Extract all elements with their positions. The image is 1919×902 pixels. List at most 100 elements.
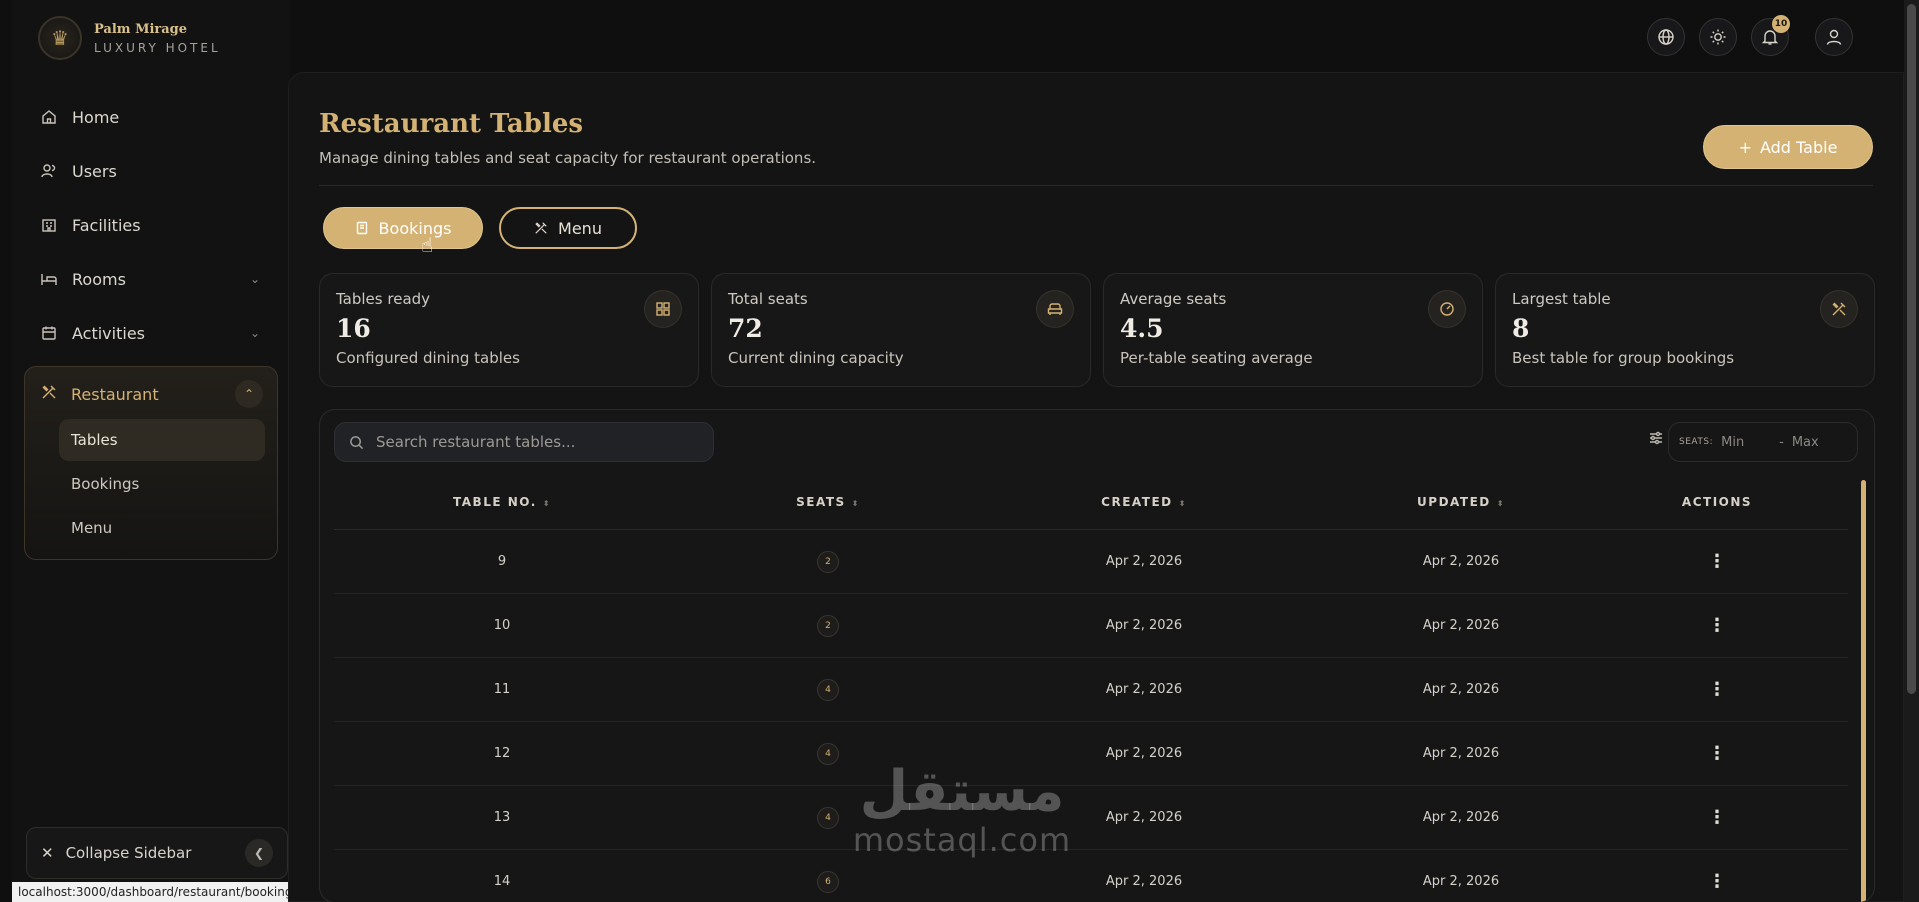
collapse-sidebar-button[interactable]: ✕ Collapse Sidebar ❮ <box>26 827 288 879</box>
chevron-left-icon: ❮ <box>245 839 273 867</box>
page-scrollbar-thumb[interactable] <box>1907 4 1916 694</box>
stat-value: 8 <box>1512 314 1530 343</box>
cell-created: Apr 2, 2026 <box>1105 682 1183 697</box>
cell-created: Apr 2, 2026 <box>1105 874 1183 889</box>
chevron-down-icon: ⌄ <box>249 272 260 286</box>
table-row[interactable]: 11 4 Apr 2, 2026 Apr 2, 2026 ⋮ <box>334 658 1848 722</box>
stat-description: Configured dining tables <box>336 349 520 367</box>
watermark: مستقل mostaql.com <box>842 759 1082 859</box>
sidebar-item-restaurant[interactable]: Restaurant ⌃ <box>25 371 277 417</box>
cell-created: Apr 2, 2026 <box>1105 554 1183 569</box>
sidebar-item-label: Activities <box>72 323 145 343</box>
sidebar: ♛ Palm Mirage LUXURY HOTEL Home Users Fa… <box>12 0 290 902</box>
sort-icon: ⬍ <box>1496 498 1505 508</box>
watermark-latin: mostaql.com <box>852 821 1072 859</box>
brand[interactable]: ♛ Palm Mirage LUXURY HOTEL <box>38 16 221 60</box>
sidebar-subitem-tables[interactable]: Tables <box>59 419 265 461</box>
column-header-table-no[interactable]: TABLE NO. ⬍ <box>334 495 670 509</box>
sidebar-item-rooms[interactable]: Rooms ⌄ <box>24 252 278 306</box>
seats-badge: 4 <box>817 678 839 701</box>
brand-subtitle: LUXURY HOTEL <box>94 40 221 55</box>
stat-card-total-seats: Total seats 72 Current dining capacity <box>711 273 1091 387</box>
menu-tab-label: Menu <box>558 218 602 238</box>
close-icon: ✕ <box>41 844 54 862</box>
notification-count-badge: 10 <box>1772 15 1790 33</box>
sidebar-item-label: Rooms <box>72 269 126 289</box>
cell-table-no: 9 <box>497 554 507 569</box>
stat-card-tables-ready: Tables ready 16 Configured dining tables <box>319 273 699 387</box>
language-button[interactable] <box>1647 18 1685 56</box>
hotel-logo-icon: ♛ <box>38 16 82 60</box>
search-placeholder: Search restaurant tables... <box>376 433 576 451</box>
table-scrollbar[interactable] <box>1861 480 1866 902</box>
stat-description: Per-table seating average <box>1120 349 1313 367</box>
sidebar-item-users[interactable]: Users <box>24 144 278 198</box>
cell-created: Apr 2, 2026 <box>1105 618 1183 633</box>
seats-range-filter: SEATS: Min - Max <box>1668 422 1858 462</box>
more-actions-icon[interactable]: ⋮ <box>1708 743 1726 764</box>
column-header-created[interactable]: CREATED ⬍ <box>986 495 1302 509</box>
more-actions-icon[interactable]: ⋮ <box>1708 615 1726 636</box>
sidebar-group-restaurant: Restaurant ⌃ Tables Bookings Menu <box>24 366 278 560</box>
sidebar-item-activities[interactable]: Activities ⌄ <box>24 306 278 360</box>
add-table-button[interactable]: + Add Table <box>1703 125 1873 169</box>
tables-card: Search restaurant tables... SEATS: Min -… <box>319 409 1875 902</box>
cell-table-no: 10 <box>493 618 511 633</box>
bookings-tab-button[interactable]: Bookings <box>323 207 483 249</box>
sort-icon: ⬍ <box>851 498 860 508</box>
user-menu-button[interactable] <box>1815 18 1853 56</box>
table-row[interactable]: 12 4 Apr 2, 2026 Apr 2, 2026 ⋮ <box>334 722 1848 786</box>
sidebar-item-facilities[interactable]: Facilities <box>24 198 278 252</box>
page-scrollbar[interactable] <box>1904 0 1919 902</box>
sliders-icon[interactable] <box>1648 430 1664 450</box>
theme-toggle-button[interactable] <box>1699 18 1737 56</box>
table-row[interactable]: 13 4 Apr 2, 2026 Apr 2, 2026 ⋮ <box>334 786 1848 850</box>
more-actions-icon[interactable]: ⋮ <box>1708 807 1726 828</box>
stat-card-average-seats: Average seats 4.5 Per-table seating aver… <box>1103 273 1483 387</box>
more-actions-icon[interactable]: ⋮ <box>1708 871 1726 892</box>
seats-min-input[interactable]: Min <box>1721 435 1771 450</box>
watermark-arabic: مستقل <box>859 759 1065 824</box>
seats-badge: 2 <box>817 614 839 637</box>
stat-value: 72 <box>728 314 763 343</box>
stat-description: Best table for group bookings <box>1512 349 1735 367</box>
user-icon <box>1826 29 1842 45</box>
header-divider <box>319 185 1873 186</box>
table-body: 9 2 Apr 2, 2026 Apr 2, 2026 ⋮ 10 2 Apr 2… <box>334 530 1848 902</box>
sidebar-subitem-bookings[interactable]: Bookings <box>59 463 265 505</box>
range-separator: - <box>1779 434 1784 450</box>
more-actions-icon[interactable]: ⋮ <box>1708 679 1726 700</box>
column-header-seats[interactable]: SEATS ⬍ <box>670 495 986 509</box>
chevron-down-icon: ⌄ <box>249 326 260 340</box>
table-row[interactable]: 14 6 Apr 2, 2026 Apr 2, 2026 ⋮ <box>334 850 1848 902</box>
search-input[interactable]: Search restaurant tables... <box>334 422 714 462</box>
stat-description: Current dining capacity <box>728 349 904 367</box>
column-header-updated[interactable]: UPDATED ⬍ <box>1302 495 1620 509</box>
utensils-icon <box>535 222 547 234</box>
cell-updated: Apr 2, 2026 <box>1422 874 1500 889</box>
sofa-icon <box>1036 290 1074 328</box>
table-row[interactable]: 9 2 Apr 2, 2026 Apr 2, 2026 ⋮ <box>334 530 1848 594</box>
gauge-icon <box>1428 290 1466 328</box>
collapse-sidebar-label: Collapse Sidebar <box>65 844 192 862</box>
table-row[interactable]: 10 2 Apr 2, 2026 Apr 2, 2026 ⋮ <box>334 594 1848 658</box>
utensils-icon <box>1820 290 1858 328</box>
bookings-tab-label: Bookings <box>378 218 452 238</box>
sort-icon: ⬍ <box>542 498 551 508</box>
stat-value: 4.5 <box>1120 314 1164 343</box>
browser-status-url: localhost:3000/dashboard/restaurant/book… <box>12 882 305 902</box>
grid-icon <box>644 290 682 328</box>
sun-icon <box>1710 29 1726 45</box>
search-icon <box>350 435 364 449</box>
topbar-actions: 10 <box>1647 15 1853 56</box>
sidebar-subitem-menu[interactable]: Menu <box>59 507 265 549</box>
seats-max-input[interactable]: Max <box>1792 435 1819 450</box>
sidebar-item-home[interactable]: Home <box>24 90 278 144</box>
column-header-actions: ACTIONS <box>1681 494 1753 509</box>
cell-updated: Apr 2, 2026 <box>1422 746 1500 761</box>
page-subtitle: Manage dining tables and seat capacity f… <box>319 149 817 167</box>
more-actions-icon[interactable]: ⋮ <box>1708 551 1726 572</box>
notifications-button[interactable]: 10 <box>1751 15 1790 56</box>
chevron-up-icon[interactable]: ⌃ <box>235 380 263 408</box>
menu-tab-button[interactable]: Menu <box>499 207 637 249</box>
